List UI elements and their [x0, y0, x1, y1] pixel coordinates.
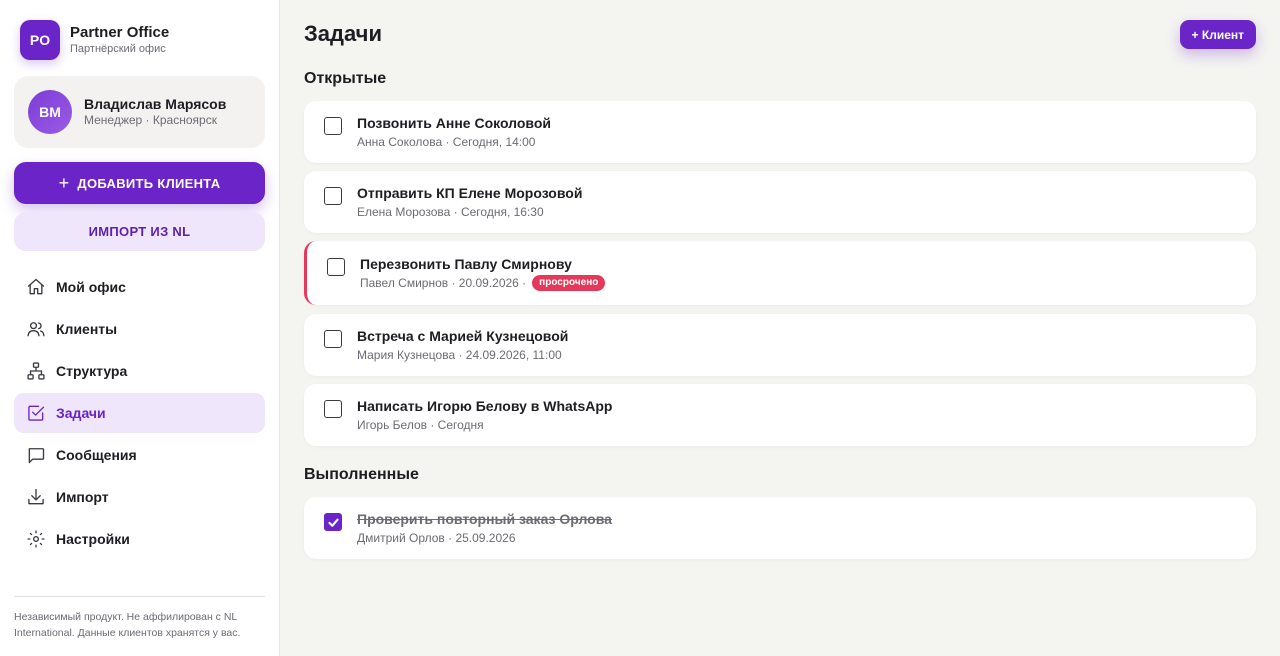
task-meta-text: Анна Соколова · Сегодня, 14:00	[357, 135, 536, 149]
task-item[interactable]: Отправить КП Елене Морозовой Елена Мороз…	[304, 171, 1256, 233]
sidebar-item-label: Мой офис	[56, 279, 126, 295]
sidebar-item-label: Сообщения	[56, 447, 137, 463]
task-checkbox[interactable]	[324, 187, 342, 205]
task-meta-text: Игорь Белов · Сегодня	[357, 418, 484, 432]
sidebar-item-settings[interactable]: Настройки	[14, 519, 265, 559]
settings-icon	[26, 529, 46, 549]
task-meta: Дмитрий Орлов · 25.09.2026	[357, 531, 516, 545]
plus-icon: +	[58, 173, 70, 193]
user-info: Владислав Марясов Менеджер · Красноярск	[84, 96, 226, 128]
user-role: Менеджер · Красноярск	[84, 113, 217, 127]
task-checkbox[interactable]	[324, 330, 342, 348]
task-title: Написать Игорю Белову в WhatsApp	[357, 398, 613, 414]
checkmark-icon	[327, 518, 339, 527]
task-checkbox-checked[interactable]	[324, 513, 342, 531]
user-name: Владислав Марясов	[84, 96, 227, 112]
avatar: ВМ	[28, 90, 72, 134]
task-title: Позвонить Анне Соколовой	[357, 115, 552, 131]
page-title: Задачи	[304, 21, 382, 46]
task-meta-text: Павел Смирнов · 20.09.2026 ·	[360, 276, 527, 290]
sidebar-item-clients[interactable]: Клиенты	[14, 309, 265, 349]
brand-name: Partner Office	[70, 24, 170, 41]
task-meta: Елена Морозова · Сегодня, 16:30	[357, 205, 544, 219]
task-checkbox[interactable]	[324, 400, 342, 418]
task-meta-text: Елена Морозова · Сегодня, 16:30	[357, 205, 544, 219]
task-meta: Мария Кузнецова · 24.09.2026, 11:00	[357, 348, 562, 362]
sidebar-divider	[14, 596, 265, 597]
task-title: Встреча с Марией Кузнецовой	[357, 328, 569, 344]
section-title-open: Открытые	[304, 70, 387, 87]
tasks-icon	[26, 403, 46, 423]
download-icon	[26, 487, 46, 507]
task-title: Перезвонить Павлу Смирнову	[360, 256, 572, 272]
sidebar-nav: Мой офис Клиенты Структура Задачи Сообще…	[14, 267, 265, 561]
user-card[interactable]: ВМ Владислав Марясов Менеджер · Краснояр…	[14, 76, 265, 148]
task-item[interactable]: Написать Игорю Белову в WhatsApp Игорь Б…	[304, 384, 1256, 446]
structure-icon	[26, 361, 46, 381]
sidebar-item-label: Задачи	[56, 405, 106, 421]
sidebar-item-tasks[interactable]: Задачи	[14, 393, 265, 433]
import-nl-label: ИМПОРТ ИЗ NL	[88, 224, 191, 239]
sidebar-item-label: Структура	[56, 363, 128, 379]
task-title: Отправить КП Елене Морозовой	[357, 185, 583, 201]
task-checkbox[interactable]	[327, 258, 345, 276]
sidebar-item-label: Клиенты	[56, 321, 118, 337]
users-icon	[26, 319, 46, 339]
task-title: Проверить повторный заказ Орлова	[357, 511, 612, 527]
brand[interactable]: PO Partner Office Партнёрский офис	[20, 20, 169, 60]
sidebar: PO Partner Office Партнёрский офис ВМ Вл…	[0, 0, 280, 656]
disclaimer: Независимый продукт. Не аффилирован с NL…	[14, 611, 241, 639]
task-meta-text: Дмитрий Орлов · 25.09.2026	[357, 531, 516, 545]
task-item[interactable]: Встреча с Марией Кузнецовой Мария Кузнец…	[304, 314, 1256, 376]
task-meta: Павел Смирнов · 20.09.2026 · просрочено	[360, 275, 606, 291]
sidebar-item-label: Импорт	[56, 489, 109, 505]
section-title-done: Выполненные	[304, 466, 419, 483]
add-client-label: ДОБАВИТЬ КЛИЕНТА	[77, 175, 221, 191]
sidebar-item-messages[interactable]: Сообщения	[14, 435, 265, 475]
add-client-button[interactable]: + ДОБАВИТЬ КЛИЕНТА	[14, 162, 265, 204]
task-meta: Анна Соколова · Сегодня, 14:00	[357, 135, 535, 149]
task-meta-text: Мария Кузнецова · 24.09.2026, 11:00	[357, 348, 562, 362]
brand-logo: PO	[20, 20, 60, 60]
task-checkbox[interactable]	[324, 117, 342, 135]
home-icon	[26, 277, 46, 297]
sidebar-item-my-office[interactable]: Мой офис	[14, 267, 265, 307]
import-nl-button[interactable]: ИМПОРТ ИЗ NL	[14, 212, 265, 251]
brand-subtitle: Партнёрский офис	[70, 43, 166, 55]
message-icon	[26, 445, 46, 465]
overdue-badge: просрочено	[532, 275, 606, 291]
brand-text: Partner Office Партнёрский офис	[70, 24, 169, 56]
add-client-header-button[interactable]: + Клиент	[1179, 20, 1256, 49]
task-item-overdue[interactable]: Перезвонить Павлу Смирнову Павел Смирнов…	[304, 241, 1256, 305]
sidebar-item-import[interactable]: Импорт	[14, 477, 265, 517]
task-item[interactable]: Позвонить Анне Соколовой Анна Соколова ·…	[304, 101, 1256, 163]
sidebar-item-structure[interactable]: Структура	[14, 351, 265, 391]
task-item-done[interactable]: Проверить повторный заказ Орлова Дмитрий…	[304, 497, 1256, 559]
sidebar-item-label: Настройки	[56, 531, 130, 547]
task-meta: Игорь Белов · Сегодня	[357, 418, 484, 432]
